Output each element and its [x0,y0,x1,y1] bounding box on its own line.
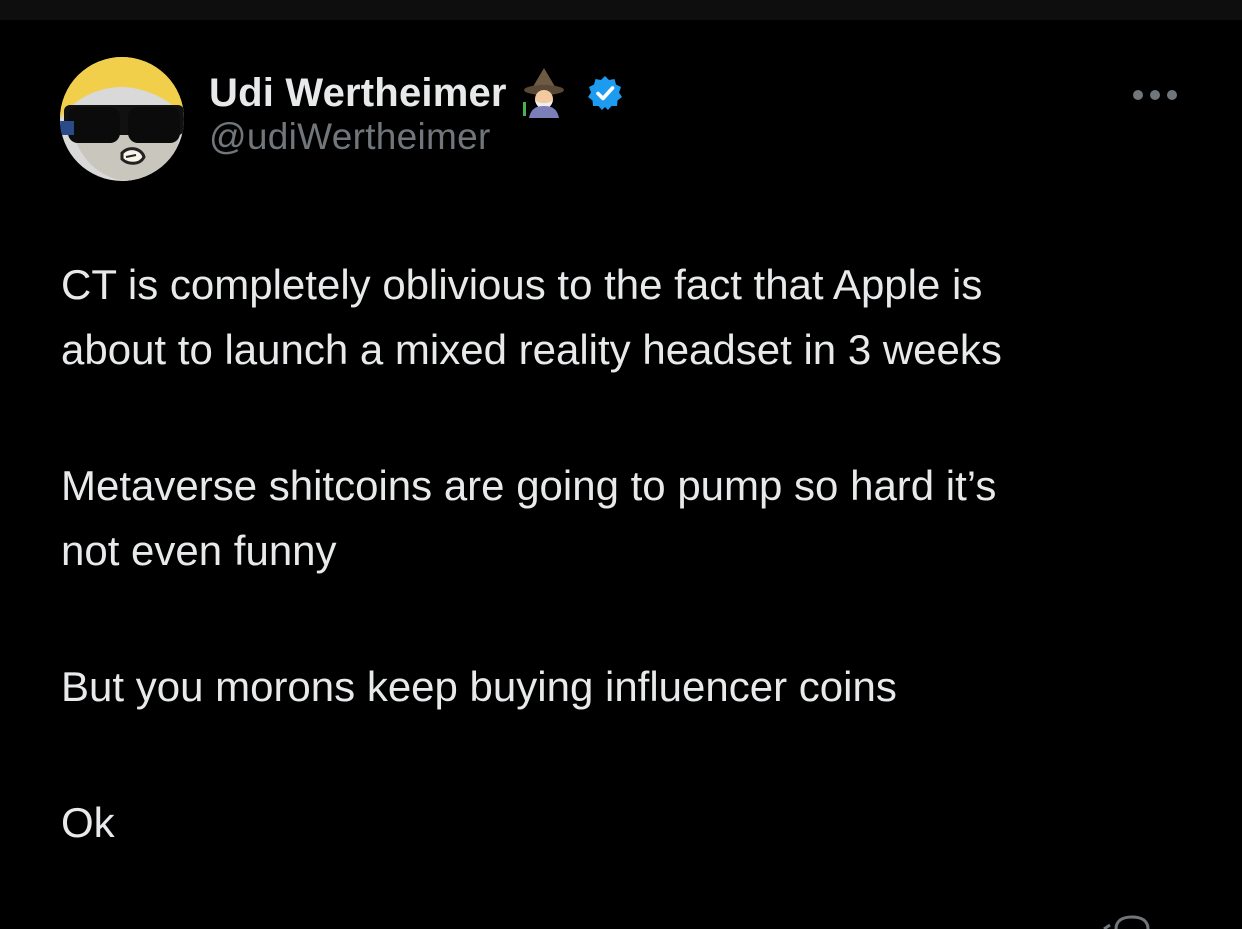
partial-action-icon[interactable] [1102,913,1162,929]
tweet-paragraph: Metaverse shitcoins are going to pump so… [61,462,997,574]
avatar-image [60,57,184,181]
tweet-paragraph: But you morons keep buying influencer co… [61,663,897,710]
tweet-paragraph: CT is completely oblivious to the fact t… [61,261,1002,373]
more-options-button[interactable] [1130,82,1180,108]
more-dots-icon [1133,90,1177,100]
tweet-screen: Udi Wertheimer @udiWertheimer CT is comp… [0,0,1242,929]
author-block: Udi Wertheimer @udiWertheimer [209,66,623,158]
tweet-paragraph: Ok [61,799,115,846]
verified-badge-icon[interactable] [587,75,623,111]
top-bar [0,0,1242,20]
avatar[interactable] [60,57,184,181]
name-row: Udi Wertheimer [209,66,623,120]
mage-emoji-icon [521,68,567,118]
author-handle[interactable]: @udiWertheimer [209,116,623,158]
tweet-text: CT is completely oblivious to the fact t… [61,252,1181,855]
display-name[interactable]: Udi Wertheimer [209,71,507,116]
